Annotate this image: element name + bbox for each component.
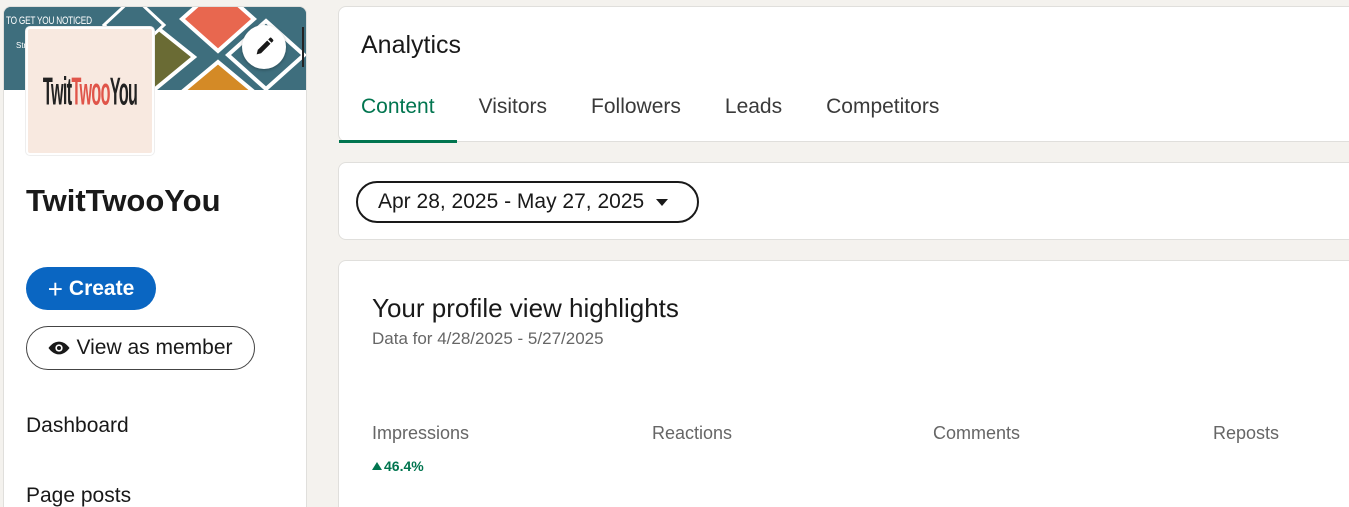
page-title: Analytics	[361, 31, 462, 59]
tab-competitors[interactable]: Competitors	[804, 83, 961, 143]
create-button[interactable]: + Create	[26, 267, 156, 310]
metric-reposts-label: Reposts	[1213, 423, 1280, 443]
logo-wordmark: TwitTwooYou	[42, 67, 138, 115]
logo-part-you: You	[109, 67, 138, 113]
metric-impressions-label: Impressions	[372, 423, 470, 443]
highlights-subtitle: Data for 4/28/2025 - 5/27/2025	[372, 329, 604, 348]
date-range-label: Apr 28, 2025 - May 27, 2025	[378, 190, 645, 213]
metric-reactions-label: Reactions	[652, 423, 733, 443]
pencil-icon	[256, 37, 274, 55]
date-range-card: Apr 28, 2025 - May 27, 2025	[338, 162, 1349, 240]
tab-visitors[interactable]: Visitors	[457, 83, 569, 143]
edit-cover-button[interactable]	[242, 25, 286, 69]
logo-part-twit: Twit	[42, 67, 72, 113]
caret-down-icon	[656, 198, 669, 206]
logo-part-twoo: Twoo	[71, 67, 110, 113]
create-label: Create	[68, 276, 135, 300]
plus-icon: +	[47, 273, 63, 304]
banner-text: TO GET YOU NOTICED	[6, 15, 92, 27]
tab-leads[interactable]: Leads	[703, 83, 804, 143]
analytics-tabs: Content Visitors Followers Leads Competi…	[339, 83, 961, 143]
nav-page-posts[interactable]: Page posts	[26, 484, 131, 507]
banner-subtext: Str	[16, 41, 27, 50]
company-sidebar: TO GET YOU NOTICED Str TwitTwooYou TwitT…	[3, 6, 307, 507]
metric-comments-label: Comments	[933, 423, 1021, 443]
eye-icon	[48, 341, 71, 355]
tab-content[interactable]: Content	[339, 83, 457, 143]
nav-dashboard[interactable]: Dashboard	[26, 414, 129, 438]
triangle-up-icon	[372, 462, 382, 470]
view-as-member-label: View as member	[76, 336, 233, 359]
date-range-dropdown[interactable]: Apr 28, 2025 - May 27, 2025	[356, 181, 699, 223]
profile-highlights-card: Your profile view highlights Data for 4/…	[338, 260, 1349, 507]
view-as-member-button[interactable]: View as member	[26, 326, 255, 370]
highlights-title: Your profile view highlights	[372, 293, 679, 323]
impressions-delta: 46.4%	[372, 458, 424, 474]
tab-followers[interactable]: Followers	[569, 83, 703, 143]
company-name: TwitTwooYou	[26, 183, 221, 218]
analytics-header-card: Analytics Content Visitors Followers Lea…	[338, 6, 1349, 143]
banner-divider	[302, 27, 304, 67]
impressions-delta-value: 46.4%	[384, 458, 424, 474]
company-logo[interactable]: TwitTwooYou	[26, 27, 154, 155]
